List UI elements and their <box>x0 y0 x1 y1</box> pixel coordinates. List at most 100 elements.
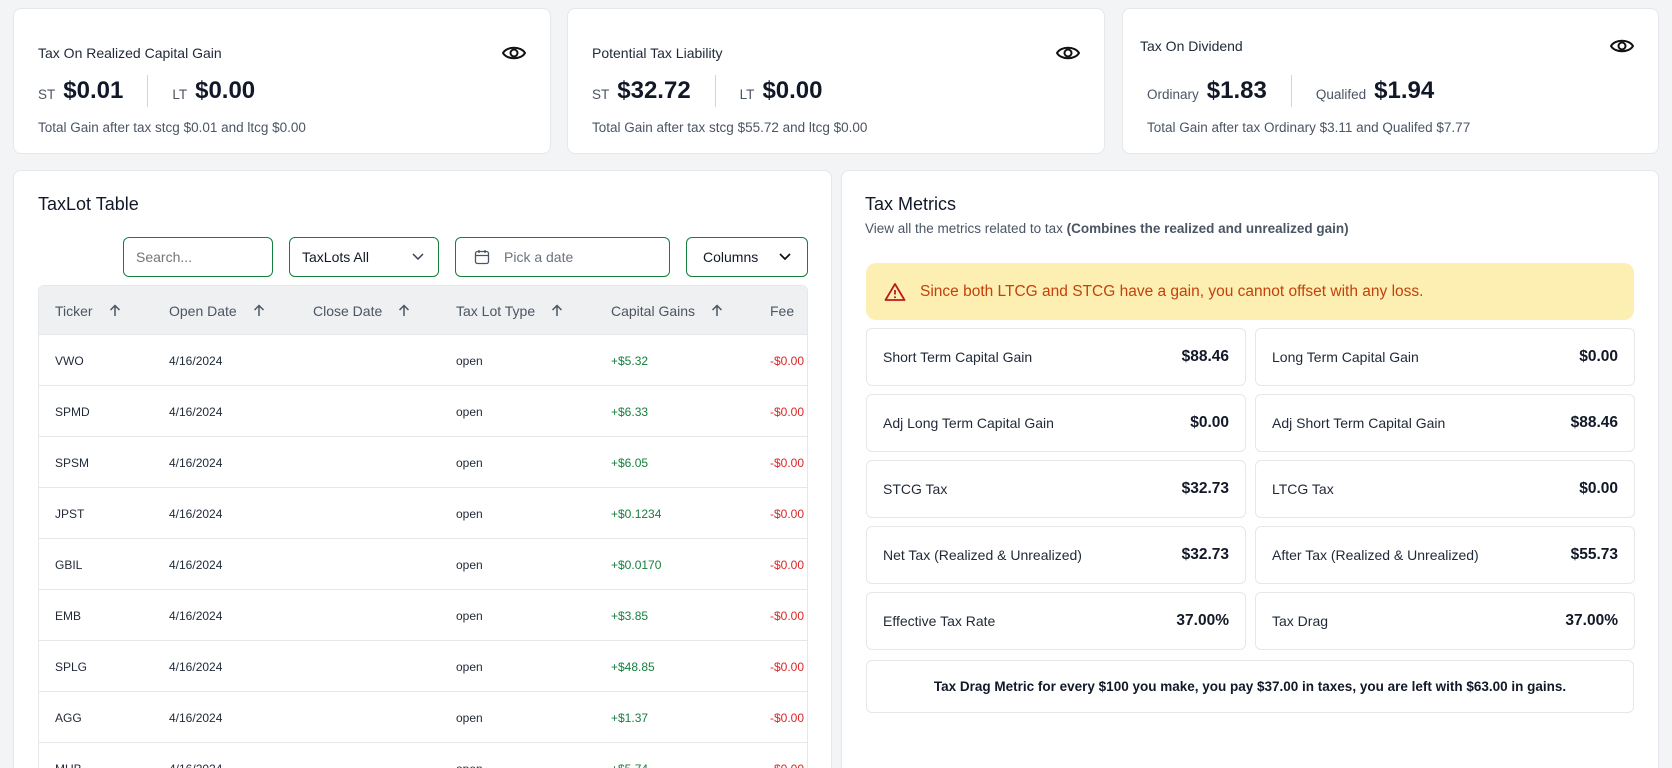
cell-tax-lot-type: open <box>456 659 483 674</box>
sort-arrow-icon[interactable] <box>551 304 563 317</box>
cell-open-date: 4/16/2024 <box>169 743 222 768</box>
eye-icon[interactable] <box>1610 36 1634 56</box>
metric-tile: Adj Short Term Capital Gain $88.46 <box>1255 394 1635 452</box>
eye-icon[interactable] <box>502 43 526 63</box>
col-ticker[interactable]: Ticker <box>55 286 121 335</box>
metric-value: $32.73 <box>1181 480 1229 497</box>
taxlot-filter-value: TaxLots All <box>302 249 369 265</box>
metric-value: $0.00 <box>1579 480 1618 497</box>
metric-label: Tax Drag <box>1272 613 1329 629</box>
sort-arrow-icon[interactable] <box>109 304 121 317</box>
eye-icon[interactable] <box>1056 43 1080 63</box>
cell-ticker: SPMD <box>55 404 90 419</box>
realized-gain-card: Tax On Realized Capital Gain ST $0.01 LT… <box>13 8 551 154</box>
table-row[interactable]: SPSM 4/16/2024 open +$6.05 -$0.00 <box>39 437 807 488</box>
cell-capital-gain: +$1.37 <box>611 710 649 725</box>
table-header: Ticker Open Date Close Date Tax Lot Type… <box>39 286 807 335</box>
columns-button[interactable]: Columns <box>686 237 808 277</box>
col-close-date[interactable]: Close Date <box>313 286 410 335</box>
cell-open-date: 4/16/2024 <box>169 404 223 419</box>
table-row[interactable]: EMB 4/16/2024 open +$3.85 -$0.00 <box>39 590 807 641</box>
card-title: Tax On Realized Capital Gain <box>38 45 222 61</box>
tax-drag-note: Tax Drag Metric for every $100 you make,… <box>866 660 1634 713</box>
card-footer: Total Gain after tax stcg $0.01 and ltcg… <box>38 120 306 135</box>
col-fee[interactable]: Fee <box>770 286 794 335</box>
metric-tile: Short Term Capital Gain $88.46 <box>866 328 1246 386</box>
st-value: $0.01 <box>63 77 124 104</box>
cell-open-date: 4/16/2024 <box>169 557 223 572</box>
metric-label: Short Term Capital Gain <box>883 349 1033 365</box>
metric-tile: LTCG Tax $0.00 <box>1255 460 1635 518</box>
dividend-tax-card: Tax On Dividend Ordinary $1.83 Qualifed … <box>1122 8 1659 154</box>
cell-tax-lot-type: open <box>456 608 483 623</box>
card-title: Tax On Dividend <box>1140 38 1243 54</box>
metric-label: After Tax (Realized & Unrealized) <box>1272 547 1479 563</box>
metric-label: STCG Tax <box>883 481 948 497</box>
st-label: ST <box>38 86 56 102</box>
taxlot-filter-select[interactable]: TaxLots All <box>289 237 439 277</box>
metric-tile: Net Tax (Realized & Unrealized) $32.73 <box>866 526 1246 584</box>
table-row[interactable]: VWO 4/16/2024 open +$5.32 -$0.00 <box>39 335 807 386</box>
col-capital-gains[interactable]: Capital Gains <box>611 286 723 335</box>
metric-tile: Adj Long Term Capital Gain $0.00 <box>866 394 1246 452</box>
taxlot-title: TaxLot Table <box>38 194 139 214</box>
metric-value: 37.00% <box>1176 612 1229 629</box>
metric-value: $0.00 <box>1190 414 1229 431</box>
search-input[interactable] <box>136 249 266 265</box>
date-picker[interactable]: Pick a date <box>455 237 670 277</box>
cell-open-date: 4/16/2024 <box>169 353 223 368</box>
cell-ticker: SPLG <box>55 659 88 674</box>
metrics-title: Tax Metrics <box>865 194 957 214</box>
table-row[interactable]: SPLG 4/16/2024 open +$48.85 -$0.00 <box>39 641 807 692</box>
table-row[interactable]: GBIL 4/16/2024 open +$0.0170 -$0.00 <box>39 539 807 590</box>
cell-fee: -$0.00 <box>770 743 804 768</box>
cell-open-date: 4/16/2024 <box>169 608 223 623</box>
col-open-date[interactable]: Open Date <box>169 286 265 335</box>
metrics-subtitle: View all the metrics related to tax (Com… <box>865 221 1349 236</box>
cell-capital-gain: +$6.33 <box>611 404 649 419</box>
metric-tile: Effective Tax Rate 37.00% <box>866 592 1246 650</box>
metric-tile: Long Term Capital Gain $0.00 <box>1255 328 1635 386</box>
tax-liability-card: Potential Tax Liability ST $32.72 LT $0.… <box>567 8 1105 154</box>
taxlot-table: Ticker Open Date Close Date Tax Lot Type… <box>38 285 808 768</box>
cell-capital-gain: +$0.1234 <box>611 506 662 521</box>
divider <box>1290 75 1292 107</box>
cell-capital-gain: +$3.85 <box>611 608 649 623</box>
chevron-down-icon <box>779 253 791 261</box>
date-placeholder: Pick a date <box>504 249 574 265</box>
metric-tile: STCG Tax $32.73 <box>866 460 1246 518</box>
table-row[interactable]: SPMD 4/16/2024 open +$6.33 -$0.00 <box>39 386 807 437</box>
cell-ticker: MUB <box>55 743 82 768</box>
metrics-subtitle-bold: (Combines the realized and unrealized ga… <box>1066 221 1349 236</box>
col-tax-lot-type[interactable]: Tax Lot Type <box>456 286 563 335</box>
ordinary-value: $1.83 <box>1206 77 1267 104</box>
cell-tax-lot-type: open <box>456 353 483 368</box>
warning-text: Since both LTCG and STCG have a gain, yo… <box>920 282 1424 300</box>
cell-fee: -$0.00 <box>770 710 805 725</box>
calendar-icon <box>474 250 490 265</box>
divider <box>147 75 149 107</box>
cell-fee: -$0.00 <box>770 608 805 623</box>
table-row[interactable]: MUB 4/16/2024 open +$5.74 -$0.00 <box>39 743 807 768</box>
cell-tax-lot-type: open <box>456 743 483 768</box>
ordinary-label: Ordinary <box>1147 86 1199 102</box>
chevron-down-icon <box>412 253 424 261</box>
search-box[interactable] <box>123 237 273 277</box>
sort-arrow-icon[interactable] <box>398 304 410 317</box>
sort-arrow-icon[interactable] <box>711 304 723 317</box>
cell-open-date: 4/16/2024 <box>169 455 223 470</box>
warning-icon <box>884 282 906 301</box>
cell-open-date: 4/16/2024 <box>169 659 223 674</box>
lt-value: $0.00 <box>195 77 256 104</box>
metric-value: $32.73 <box>1181 546 1229 563</box>
table-row[interactable]: JPST 4/16/2024 open +$0.1234 -$0.00 <box>39 488 807 539</box>
metric-value: $0.00 <box>1579 348 1618 365</box>
sort-arrow-icon[interactable] <box>253 304 265 317</box>
qualified-value: $1.94 <box>1374 77 1435 104</box>
metric-value: $88.46 <box>1181 348 1229 365</box>
table-body: VWO 4/16/2024 open +$5.32 -$0.00 SPMD 4/16/202… <box>39 335 807 768</box>
divider <box>714 75 716 107</box>
table-row[interactable]: AGG 4/16/2024 open +$1.37 -$0.00 <box>39 692 807 743</box>
cell-ticker: AGG <box>55 710 82 725</box>
qualified-label: Qualifed <box>1315 86 1367 102</box>
